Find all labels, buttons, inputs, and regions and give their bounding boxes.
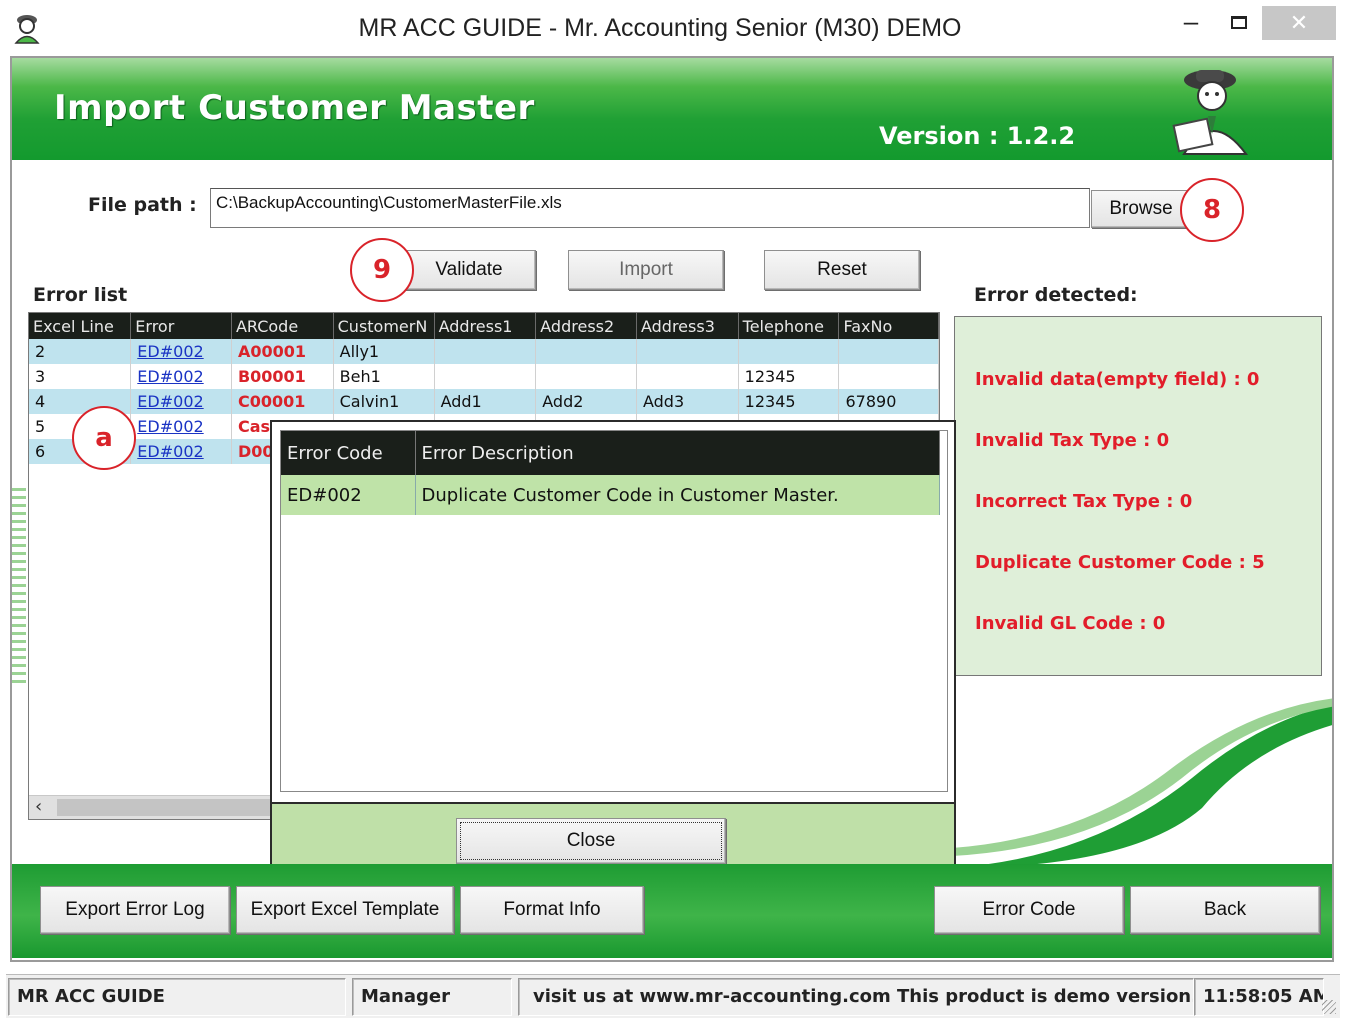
error-list-header-row: Excel Line Error ARCode CustomerN Addres… (29, 313, 939, 339)
error-description-cell: Duplicate Customer Code in Customer Mast… (415, 475, 940, 515)
close-window-button[interactable]: ✕ (1262, 6, 1336, 40)
error-code-link[interactable]: ED#002 (130, 389, 232, 414)
error-code-link[interactable]: ED#002 (130, 414, 232, 439)
maximize-icon (1231, 16, 1247, 29)
column-header[interactable]: FaxNo (838, 313, 939, 339)
invalid-gl-code-count: Invalid GL Code : 0 (975, 613, 1166, 634)
table-row[interactable]: ED#002 Duplicate Customer Code in Custom… (281, 475, 940, 515)
scrollbar-thumb[interactable] (57, 799, 277, 816)
address2-cell (535, 364, 637, 389)
telephone-cell: 12345 (738, 364, 840, 389)
address1-cell (434, 339, 537, 364)
accountant-mascot-icon (1172, 70, 1248, 155)
version-label: Version : 1.2.2 (879, 122, 1076, 150)
format-info-button[interactable]: Format Info (460, 886, 644, 934)
column-header[interactable]: Error Code (281, 431, 416, 475)
address2-cell (535, 339, 637, 364)
incorrect-tax-type-count: Incorrect Tax Type : 0 (975, 491, 1193, 512)
window-titlebar: MR ACC GUIDE - Mr. Accounting Senior (M3… (0, 0, 1347, 56)
fax-cell (838, 364, 939, 389)
status-message: visit us at www.mr-accounting.com This p… (518, 978, 1194, 1016)
column-header[interactable]: CustomerN (333, 313, 435, 339)
error-detected-panel: Invalid data(empty field) : 0 Invalid Ta… (954, 316, 1322, 676)
window-title: MR ACC GUIDE - Mr. Accounting Senior (M3… (358, 14, 962, 42)
address1-cell (434, 364, 537, 389)
error-detected-label: Error detected: (974, 284, 1138, 306)
error-code-grid[interactable]: Error Code Error Description ED#002 Dupl… (280, 430, 948, 792)
fax-cell: 67890 (838, 389, 939, 414)
error-code-button[interactable]: Error Code (934, 886, 1124, 934)
column-header[interactable]: Address2 (535, 313, 637, 339)
page-title: Import Customer Master (54, 88, 535, 128)
export-excel-template-button[interactable]: Export Excel Template (236, 886, 454, 934)
arcode-cell: C00001 (231, 389, 334, 414)
duplicate-customer-code-count: Duplicate Customer Code : 5 (975, 552, 1265, 573)
status-bar: MR ACC GUIDE Manager visit us at www.mr-… (6, 974, 1340, 1018)
error-code-link[interactable]: ED#002 (130, 364, 232, 389)
error-code-link[interactable]: ED#002 (130, 339, 232, 364)
file-path-input[interactable]: C:\BackupAccounting\CustomerMasterFile.x… (210, 188, 1090, 228)
callout-9: 9 (350, 238, 414, 302)
excel-line-cell: 2 (29, 339, 132, 364)
invalid-data-count: Invalid data(empty field) : 0 (975, 369, 1260, 390)
main-window: Import Customer Master Version : 1.2.2 F… (10, 56, 1334, 962)
status-time: 11:58:05 AM (1194, 978, 1324, 1016)
callout-8: 8 (1180, 178, 1244, 242)
error-code-link[interactable]: ED#002 (130, 439, 232, 464)
customer-name-cell: Beh1 (333, 364, 435, 389)
validate-button[interactable]: Validate (402, 250, 536, 290)
invalid-tax-type-count: Invalid Tax Type : 0 (975, 430, 1170, 451)
import-button[interactable]: Import (568, 250, 724, 290)
decorative-swoosh (952, 698, 1332, 868)
file-path-label: File path : (88, 194, 197, 216)
address1-cell: Add1 (434, 389, 537, 414)
customer-name-cell: Calvin1 (333, 389, 435, 414)
table-row[interactable]: 2 ED#002 A00001 Ally1 (29, 339, 939, 364)
address3-cell (636, 364, 739, 389)
address3-cell: Add3 (636, 389, 739, 414)
reset-button[interactable]: Reset (764, 250, 920, 290)
column-header[interactable]: Error (130, 313, 232, 339)
address3-cell (636, 339, 739, 364)
error-code-dialog: Error Code Error Description ED#002 Dupl… (270, 420, 956, 876)
callout-a: a (72, 406, 136, 470)
status-app-name: MR ACC GUIDE (8, 978, 346, 1016)
table-row[interactable]: 3 ED#002 B00001 Beh1 12345 (29, 364, 939, 389)
column-header[interactable]: ARCode (231, 313, 334, 339)
column-header[interactable]: Telephone (738, 313, 840, 339)
error-code-header-row: Error Code Error Description (281, 431, 940, 475)
scroll-left-icon[interactable]: ‹ (35, 796, 42, 818)
column-header[interactable]: Address3 (636, 313, 739, 339)
error-code-table: Error Code Error Description ED#002 Dupl… (281, 431, 940, 515)
resize-grip-icon[interactable] (1322, 1000, 1336, 1014)
page-header: Import Customer Master Version : 1.2.2 (12, 58, 1332, 160)
address2-cell: Add2 (535, 389, 637, 414)
excel-line-cell: 3 (29, 364, 132, 389)
export-error-log-button[interactable]: Export Error Log (40, 886, 230, 934)
column-header[interactable]: Address1 (434, 313, 537, 339)
close-button[interactable]: Close (456, 818, 726, 864)
status-user: Manager (352, 978, 512, 1016)
column-header[interactable]: Excel Line (29, 313, 132, 339)
customer-name-cell: Ally1 (333, 339, 435, 364)
telephone-cell: 12345 (738, 389, 840, 414)
bottom-action-bar: Export Error Log Export Excel Template F… (12, 864, 1332, 958)
table-row[interactable]: 4 ED#002 C00001 Calvin1 Add1 Add2 Add3 1… (29, 389, 939, 414)
browse-button[interactable]: Browse (1091, 190, 1191, 228)
back-button[interactable]: Back (1130, 886, 1320, 934)
error-code-cell: ED#002 (281, 475, 416, 515)
column-header[interactable]: Error Description (415, 431, 940, 475)
decorative-stripes (12, 488, 26, 684)
error-list-label: Error list (33, 284, 128, 306)
arcode-cell: B00001 (231, 364, 334, 389)
arcode-cell: A00001 (231, 339, 334, 364)
fax-cell (838, 339, 939, 364)
telephone-cell (738, 339, 840, 364)
